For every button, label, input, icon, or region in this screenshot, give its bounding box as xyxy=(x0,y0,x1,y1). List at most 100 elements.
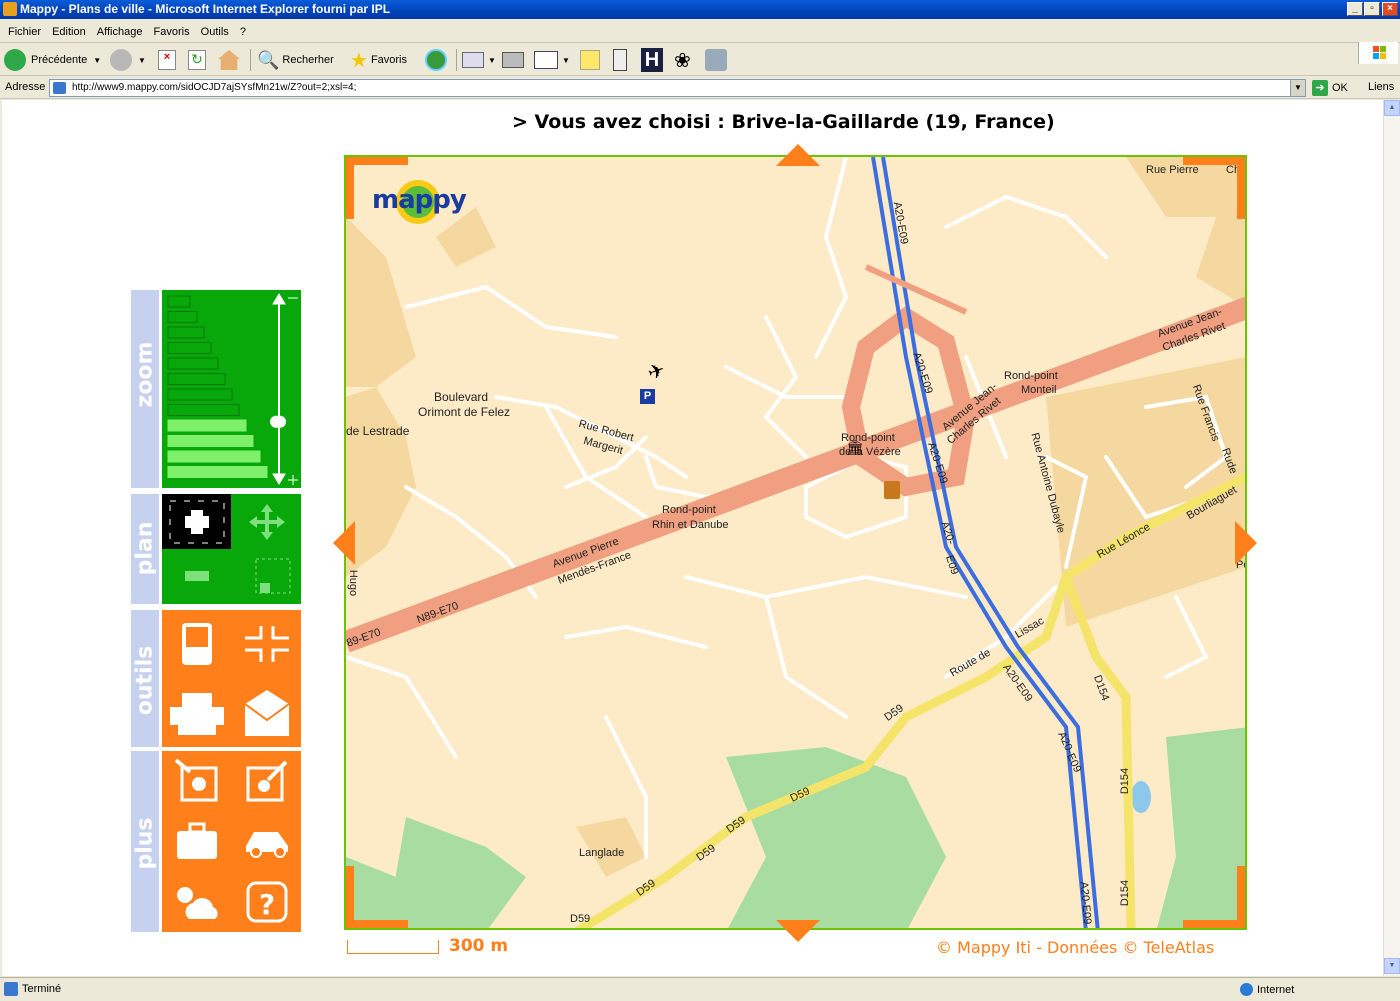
travel-button[interactable] xyxy=(162,811,231,871)
scroll-down-icon[interactable]: ▼ xyxy=(1384,958,1400,974)
search-button[interactable]: 🔍 Recherher xyxy=(257,48,334,72)
zoom-level-bar xyxy=(167,435,254,447)
pan-west-arrow[interactable] xyxy=(333,521,355,565)
address-input[interactable]: http://www9.mappy.com/sidOCJD7ajSYsfMn21… xyxy=(49,79,1306,97)
research-button[interactable] xyxy=(705,48,727,72)
monument-icon[interactable]: 🏛 xyxy=(846,439,864,456)
favorites-button[interactable]: ★ Favoris xyxy=(350,48,407,72)
menu-fichier[interactable]: Fichier xyxy=(8,21,41,43)
menu-favoris[interactable]: Favoris xyxy=(154,21,190,43)
car-icon xyxy=(245,832,288,858)
city-map[interactable]: A20-E09 A20-E09 A20-E09 A20- E09 A20-E09… xyxy=(344,155,1247,930)
pan-east-arrow[interactable] xyxy=(1235,521,1257,565)
zoom-level-bar xyxy=(167,357,219,370)
home-button[interactable] xyxy=(218,48,240,72)
scroll-up-icon[interactable]: ▲ xyxy=(1384,100,1400,116)
messenger-button[interactable] xyxy=(613,48,627,72)
pan-button[interactable] xyxy=(232,494,301,549)
discuss-button[interactable] xyxy=(580,48,600,72)
plus-icon xyxy=(169,500,224,543)
status-text: Terminé xyxy=(22,983,62,995)
history-icon xyxy=(425,49,447,71)
scale-label: 300 m xyxy=(449,936,509,956)
tab-plan: plan xyxy=(131,494,159,604)
zoom-rectangle-icon xyxy=(255,558,290,593)
suitcase-icon xyxy=(176,822,217,859)
note-icon xyxy=(580,50,600,70)
menu-affichage[interactable]: Affichage xyxy=(97,21,143,43)
zoom-level-bar xyxy=(167,419,247,432)
zoom-slider[interactable] xyxy=(162,290,301,488)
target-in-icon xyxy=(174,758,217,802)
arrow-in-button[interactable] xyxy=(162,751,231,811)
zoom-level-bar xyxy=(167,404,240,416)
pan-south-arrow[interactable] xyxy=(776,920,820,942)
home-icon xyxy=(218,50,240,70)
close-button[interactable]: × xyxy=(1382,2,1398,16)
history-button[interactable] xyxy=(425,48,447,72)
edit-page-icon xyxy=(534,51,558,69)
zoom-level-bar xyxy=(167,388,233,401)
vertical-scrollbar[interactable]: ▲ ▼ xyxy=(1383,100,1400,976)
chevron-down-icon: ▼ xyxy=(562,55,570,65)
links-button[interactable]: Liens xyxy=(1368,81,1394,93)
address-dropdown-icon[interactable]: ▼ xyxy=(1290,80,1305,96)
plan-controls xyxy=(162,494,301,604)
stop-button[interactable]: × xyxy=(158,48,176,72)
zoom-level-bar xyxy=(167,326,205,339)
zoom-area-button[interactable] xyxy=(232,549,301,604)
go-button[interactable]: ➜ OK xyxy=(1312,80,1348,96)
weather-button[interactable] xyxy=(162,871,231,932)
print-map-button[interactable] xyxy=(162,678,231,747)
pda-button[interactable] xyxy=(162,610,231,678)
forward-button[interactable]: ▼ xyxy=(110,48,146,72)
car-button[interactable] xyxy=(232,811,301,871)
menu-edition[interactable]: Edition xyxy=(52,21,86,43)
help-icon: ? xyxy=(246,881,287,922)
minimize-button[interactable]: _ xyxy=(1347,2,1363,16)
back-arrow-icon xyxy=(4,49,26,71)
globe-icon xyxy=(1240,983,1253,996)
page-title: > Vous avez choisi : Brive-la-Gaillarde … xyxy=(512,111,1055,133)
menu-help[interactable]: ? xyxy=(240,21,246,43)
pan-north-arrow[interactable] xyxy=(776,144,820,166)
more-panel: ? xyxy=(162,751,301,932)
printer-icon xyxy=(169,692,224,735)
crossroads-icon xyxy=(244,626,289,662)
flower-button[interactable]: ❀ xyxy=(674,48,691,72)
hotel-button[interactable]: H xyxy=(641,48,663,72)
pda-icon xyxy=(181,623,212,665)
move-arrows-icon xyxy=(248,503,285,540)
security-zone: Internet xyxy=(1240,983,1294,996)
zoom-level-bar xyxy=(167,450,261,463)
stop-icon: × xyxy=(158,50,176,70)
mail-button[interactable]: ▼ xyxy=(462,48,496,72)
copyright-text: © Mappy Iti - Données © TeleAtlas xyxy=(936,938,1215,957)
shopping-icon[interactable] xyxy=(884,481,900,499)
help-button[interactable]: ? xyxy=(232,871,301,932)
zoom-bottom-arrow-icon xyxy=(272,473,298,485)
title-bar: Mappy - Plans de ville - Microsoft Inter… xyxy=(0,0,1400,19)
page-done-icon xyxy=(4,982,18,996)
zoom-in-button[interactable] xyxy=(162,494,231,549)
refresh-button[interactable]: ↻ xyxy=(188,48,206,72)
tab-plus: plus xyxy=(131,751,159,932)
search-icon: 🔍 xyxy=(257,49,280,70)
intersection-button[interactable] xyxy=(232,610,301,678)
arrow-out-button[interactable] xyxy=(232,751,301,811)
zoom-out-button[interactable] xyxy=(162,549,231,604)
window-title: Mappy - Plans de ville - Microsoft Inter… xyxy=(20,2,391,16)
parking-icon[interactable]: P xyxy=(640,389,655,404)
print-button[interactable] xyxy=(502,48,524,72)
page-icon xyxy=(53,82,66,94)
status-bar: Terminé Internet xyxy=(0,977,1400,1001)
edit-button[interactable]: ▼ xyxy=(534,48,570,72)
zoom-level-bar xyxy=(167,311,198,323)
email-map-button[interactable] xyxy=(232,678,301,747)
back-button[interactable]: Précédente ▼ xyxy=(4,48,101,72)
menu-outils[interactable]: Outils xyxy=(201,21,229,43)
maximize-button[interactable]: ▫ xyxy=(1364,2,1380,16)
zoom-level-bar xyxy=(167,466,268,478)
scale-bar xyxy=(347,940,439,954)
hotel-icon: H xyxy=(641,48,663,72)
